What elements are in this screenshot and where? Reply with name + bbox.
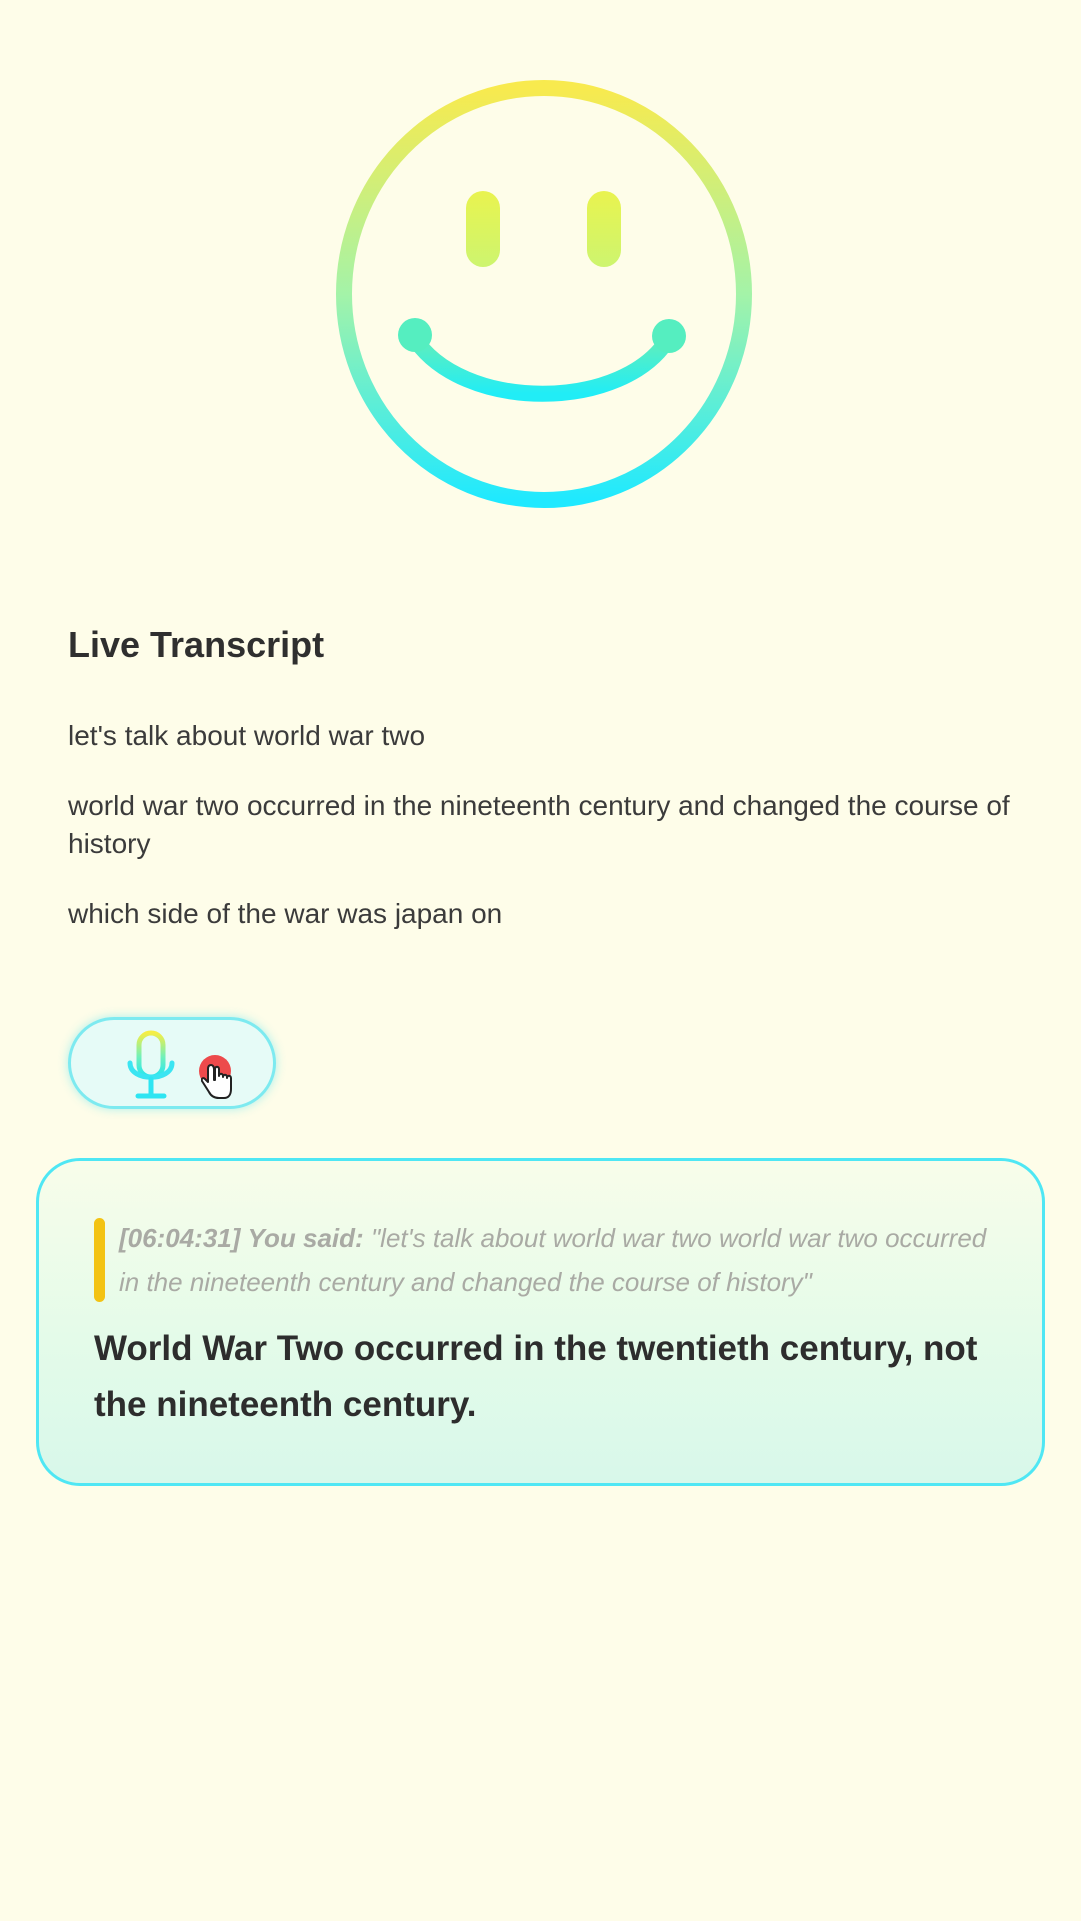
mouth-left-corner (398, 318, 432, 352)
transcript-lines: let's talk about world war two world war… (68, 717, 1018, 933)
face-outline (336, 80, 752, 508)
transcript-line: let's talk about world war two (68, 720, 426, 751)
mouth-right-corner (652, 319, 686, 353)
transcript-line: which side of the war was japan on (68, 898, 503, 929)
left-eye (466, 191, 500, 267)
quote-timestamp: [06:04:31] (119, 1223, 241, 1253)
user-quote-block: [06:04:31] You said: "let's talk about w… (94, 1216, 999, 1304)
microphone-record-button[interactable] (68, 1017, 276, 1109)
smiley-face-icon (330, 75, 755, 515)
microphone-icon (127, 1030, 175, 1099)
assistant-correction: World War Two occurred in the twentieth … (94, 1329, 978, 1424)
fact-check-card: [06:04:31] You said: "let's talk about w… (36, 1158, 1045, 1486)
live-transcript-panel: Live Transcript let's talk about world w… (68, 615, 1018, 965)
page-title: Live Transcript (68, 624, 325, 665)
user-quote: [06:04:31] You said: "let's talk about w… (119, 1216, 999, 1304)
quote-speaker-label: You said: (247, 1223, 364, 1253)
hand-pointer-icon (201, 1064, 232, 1099)
quote-accent-bar (94, 1218, 105, 1302)
right-eye (587, 191, 621, 267)
transcript-line: world war two occurred in the nineteenth… (68, 790, 1010, 859)
mouth-smile (405, 328, 678, 402)
